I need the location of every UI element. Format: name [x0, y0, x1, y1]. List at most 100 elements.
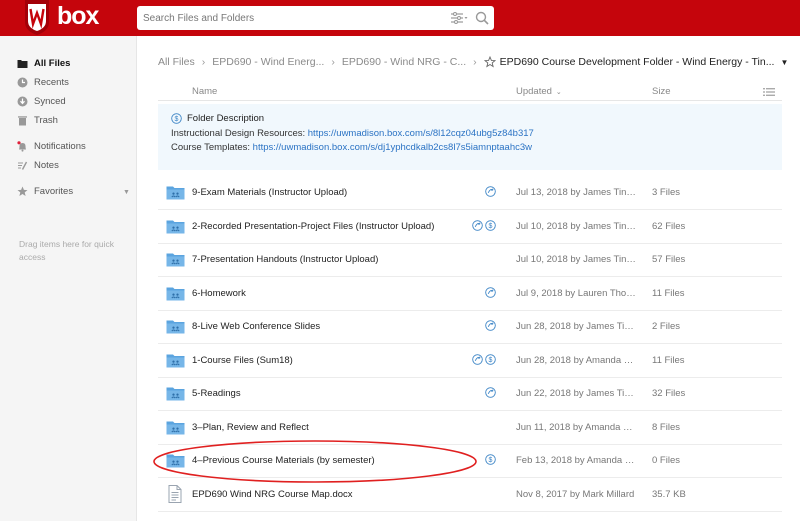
document-icon	[168, 484, 182, 503]
sidebar-item-synced[interactable]: Synced	[17, 93, 66, 109]
item-size: 8 Files	[652, 421, 680, 433]
item-name[interactable]: EPD690 Wind NRG Course Map.docx	[192, 489, 353, 500]
collab-icon[interactable]	[485, 387, 496, 398]
item-updated: Jun 28, 2018 by Amanda Re...	[516, 354, 636, 366]
favorites-collapse-caret-icon[interactable]: ▼	[123, 189, 130, 196]
folder-row[interactable]: 6-Homework Jul 9, 2018 by Lauren Thom... 1…	[158, 278, 782, 311]
shared-folder-icon	[166, 421, 185, 434]
sidebar-item-label: Synced	[34, 95, 66, 107]
svg-text:$: $	[489, 457, 493, 464]
collab-icon[interactable]	[485, 286, 496, 298]
search-bar	[137, 6, 494, 30]
folder-row[interactable]: 2-Recorded Presentation-Project Files (I…	[158, 211, 782, 244]
box-logo[interactable]: box	[57, 1, 99, 31]
folder-options-caret-icon[interactable]: ▼	[780, 58, 788, 67]
item-badges	[485, 286, 496, 298]
item-badges: $	[472, 353, 496, 365]
filter-icon[interactable]	[450, 12, 468, 24]
folder-row[interactable]: 7-Presentation Handouts (Instructor Uplo…	[158, 244, 782, 277]
column-header-size[interactable]: Size	[652, 86, 670, 97]
info-icon[interactable]: $	[485, 353, 496, 365]
sidebar-item-favorites[interactable]: Favorites	[17, 183, 73, 199]
search-icon[interactable]	[475, 11, 489, 25]
item-size: 2 Files	[652, 321, 680, 332]
sidebar-item-recents[interactable]: Recents	[17, 74, 69, 90]
item-name[interactable]: 7-Presentation Handouts (Instructor Uplo…	[192, 254, 378, 265]
folder-row[interactable]: 8-Live Web Conference Slides Jun 28, 2018…	[158, 311, 782, 344]
item-size: 11 Files	[652, 287, 685, 299]
sidebar-item-all-files[interactable]: All Files	[17, 55, 70, 71]
instructional-design-link[interactable]: https://uwmadison.box.com/s/8l12cqz04ubg…	[308, 128, 534, 139]
item-updated: Jun 22, 2018 by James Tinj...	[516, 388, 636, 399]
instructional-design-label: Instructional Design Resources:	[171, 128, 308, 139]
collab-icon[interactable]	[485, 186, 496, 197]
breadcrumb-item[interactable]: All Files	[158, 56, 195, 68]
chevron-right-icon: ›	[331, 56, 335, 68]
folder-row[interactable]: 5-Readings Jun 22, 2018 by James Tinj... 3…	[158, 378, 782, 411]
info-icon[interactable]: $	[485, 219, 496, 231]
column-header-updated-label: Updated	[516, 86, 552, 97]
sidebar-item-label: Trash	[34, 114, 58, 126]
item-updated: Jul 10, 2018 by James Tinjum	[516, 220, 636, 232]
item-updated: Nov 8, 2017 by Mark Millard	[516, 488, 635, 500]
favorite-star-icon[interactable]	[483, 56, 496, 68]
item-name[interactable]: 2-Recorded Presentation-Project Files (I…	[192, 221, 434, 232]
folder-icon	[17, 59, 28, 68]
course-templates-line: Course Templates: https://uwmadison.box.…	[171, 142, 532, 153]
item-badges	[485, 320, 496, 331]
column-header-name[interactable]: Name	[192, 86, 217, 97]
collab-icon[interactable]	[485, 320, 496, 331]
folder-description-title: Folder Description	[187, 113, 265, 124]
shared-folder-icon	[166, 387, 185, 401]
breadcrumb-item[interactable]: EPD690 - Wind Energ...	[212, 56, 324, 68]
sidebar-item-notifications[interactable]: Notifications	[17, 138, 86, 154]
breadcrumb-item[interactable]: EPD690 - Wind NRG - C...	[342, 56, 466, 68]
item-size: 32 Files	[652, 388, 686, 399]
sidebar-item-label: All Files	[34, 57, 71, 69]
item-size: 57 Files	[652, 254, 686, 265]
uw-crest-logo[interactable]	[23, 0, 51, 36]
folder-description: $ Folder Description Instructional Desig…	[158, 104, 782, 170]
favorites-hint: Drag items here for quick access	[19, 239, 114, 262]
shared-folder-icon	[166, 354, 185, 367]
item-name[interactable]: 1-Course Files (Sum18)	[192, 355, 293, 366]
item-size: 35.7 KB	[652, 488, 686, 500]
folder-row[interactable]: 9-Exam Materials (Instructor Upload) Jul …	[158, 177, 782, 210]
item-updated: Jul 9, 2018 by Lauren Thom...	[516, 287, 636, 299]
breadcrumb: All Files › EPD690 - Wind Energ... › EPD…	[158, 54, 788, 70]
sidebar-item-notes[interactable]: Notes	[17, 157, 59, 173]
item-name[interactable]: 9-Exam Materials (Instructor Upload)	[192, 187, 347, 198]
item-updated: Jul 13, 2018 by James Tinjum	[516, 187, 636, 198]
shared-folder-icon	[166, 220, 185, 233]
item-badges: $	[472, 219, 496, 231]
notes-icon	[18, 161, 28, 170]
item-name[interactable]: 3–Plan, Review and Reflect	[192, 422, 309, 433]
svg-text:$: $	[175, 116, 179, 123]
item-badges	[485, 387, 496, 398]
item-name[interactable]: 5-Readings	[192, 388, 241, 399]
info-icon[interactable]: $	[485, 454, 496, 465]
item-size: 11 Files	[652, 354, 685, 366]
download-icon	[17, 96, 28, 106]
shared-folder-icon	[166, 320, 185, 334]
item-badges: $	[485, 454, 496, 465]
sidebar: All Files Recents Synced Trash Notificat…	[0, 36, 137, 521]
item-badges	[485, 186, 496, 197]
sidebar-item-trash[interactable]: Trash	[17, 112, 58, 128]
sidebar-item-label: Notifications	[34, 140, 86, 152]
item-updated: Jun 11, 2018 by Amanda Re...	[516, 421, 636, 433]
collab-icon[interactable]	[472, 353, 483, 365]
item-name[interactable]: 6-Homework	[192, 288, 246, 299]
info-icon: $	[171, 113, 182, 124]
svg-text:$: $	[489, 223, 493, 230]
folder-row[interactable]: 1-Course Files (Sum18) $ Jun 28, 2018 by A…	[158, 345, 782, 378]
column-header-updated[interactable]: Updated ⌄	[516, 86, 562, 97]
collab-icon[interactable]	[472, 219, 483, 231]
list-view-icon[interactable]	[763, 88, 775, 96]
instructional-design-line: Instructional Design Resources: https://…	[171, 128, 534, 139]
course-templates-link[interactable]: https://uwmadison.box.com/s/dj1yphcdkalb…	[253, 142, 532, 153]
item-name[interactable]: 8-Live Web Conference Slides	[192, 321, 320, 332]
course-templates-label: Course Templates:	[171, 142, 253, 153]
item-size: 62 Files	[652, 220, 686, 232]
search-input[interactable]	[137, 6, 437, 30]
